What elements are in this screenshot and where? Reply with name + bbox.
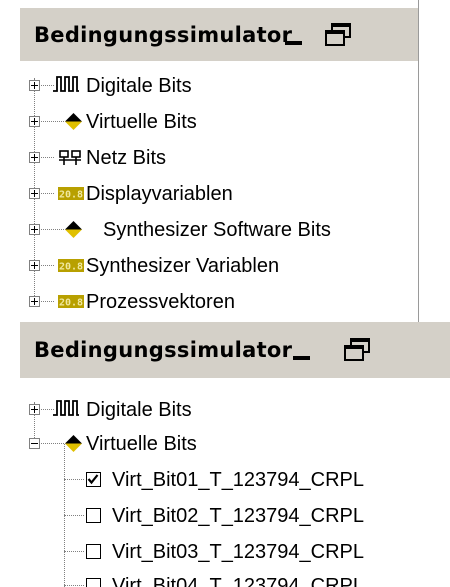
diamond-icon	[65, 221, 82, 238]
checkbox[interactable]	[86, 544, 101, 559]
expand-toggle[interactable]	[29, 224, 40, 235]
condition-simulator-panel-top: Bedingungssimulator Digitale Bits Virtue…	[0, 0, 419, 322]
collapse-toggle[interactable]	[29, 438, 40, 449]
checkbox[interactable]	[86, 578, 101, 587]
checkbox[interactable]	[86, 472, 101, 487]
svg-text:20.8: 20.8	[59, 190, 83, 201]
tree-node-label: Synthesizer Variablen	[86, 255, 280, 277]
tree-node-label: Virt_Bit04_T_123794_CRPL	[112, 575, 365, 587]
tree-node-label: Virtuelle Bits	[86, 433, 197, 455]
tree-node-label: Synthesizer Software Bits	[103, 219, 331, 241]
expand-toggle[interactable]	[29, 296, 40, 307]
expand-toggle[interactable]	[29, 116, 40, 127]
svg-text:20.8: 20.8	[59, 262, 83, 273]
tree-view: Digitale Bits Virtuelle Bits Netz Bits 2…	[0, 0, 418, 322]
tree-node-label: Prozessvektoren	[86, 291, 235, 313]
checkbox[interactable]	[86, 508, 101, 523]
expand-toggle[interactable]	[29, 404, 40, 415]
tree-node-label: Virtuelle Bits	[86, 111, 197, 133]
display-variable-icon: 20.8	[58, 187, 84, 200]
tree-node-label: Netz Bits	[86, 147, 167, 169]
tree-node-label: Digitale Bits	[86, 75, 192, 97]
expand-toggle[interactable]	[29, 188, 40, 199]
network-icon	[59, 150, 81, 165]
display-variable-icon: 20.8	[58, 295, 84, 308]
pulse-icon	[53, 76, 79, 92]
tree-node-label: Virt_Bit01_T_123794_CRPL	[112, 469, 365, 491]
svg-text:20.8: 20.8	[59, 298, 83, 309]
display-variable-icon: 20.8	[58, 259, 84, 272]
diamond-icon	[65, 113, 82, 130]
tree-node-label: Virt_Bit03_T_123794_CRPL	[112, 541, 365, 563]
expand-toggle[interactable]	[29, 260, 40, 271]
checkmark-icon	[87, 474, 99, 485]
condition-simulator-panel-bottom: Bedingungssimulator Digitale Bits Virtue…	[0, 322, 450, 587]
tree-node-label: Digitale Bits	[86, 399, 192, 421]
expand-toggle[interactable]	[29, 80, 40, 91]
tree-node-label: Virt_Bit02_T_123794_CRPL	[112, 505, 365, 527]
tree-view: Digitale Bits Virtuelle Bits Virt_Bit01_…	[0, 322, 450, 587]
diamond-icon	[65, 435, 82, 452]
pulse-icon	[53, 400, 79, 416]
expand-toggle[interactable]	[29, 152, 40, 163]
tree-node-label: Displayvariablen	[86, 183, 233, 205]
